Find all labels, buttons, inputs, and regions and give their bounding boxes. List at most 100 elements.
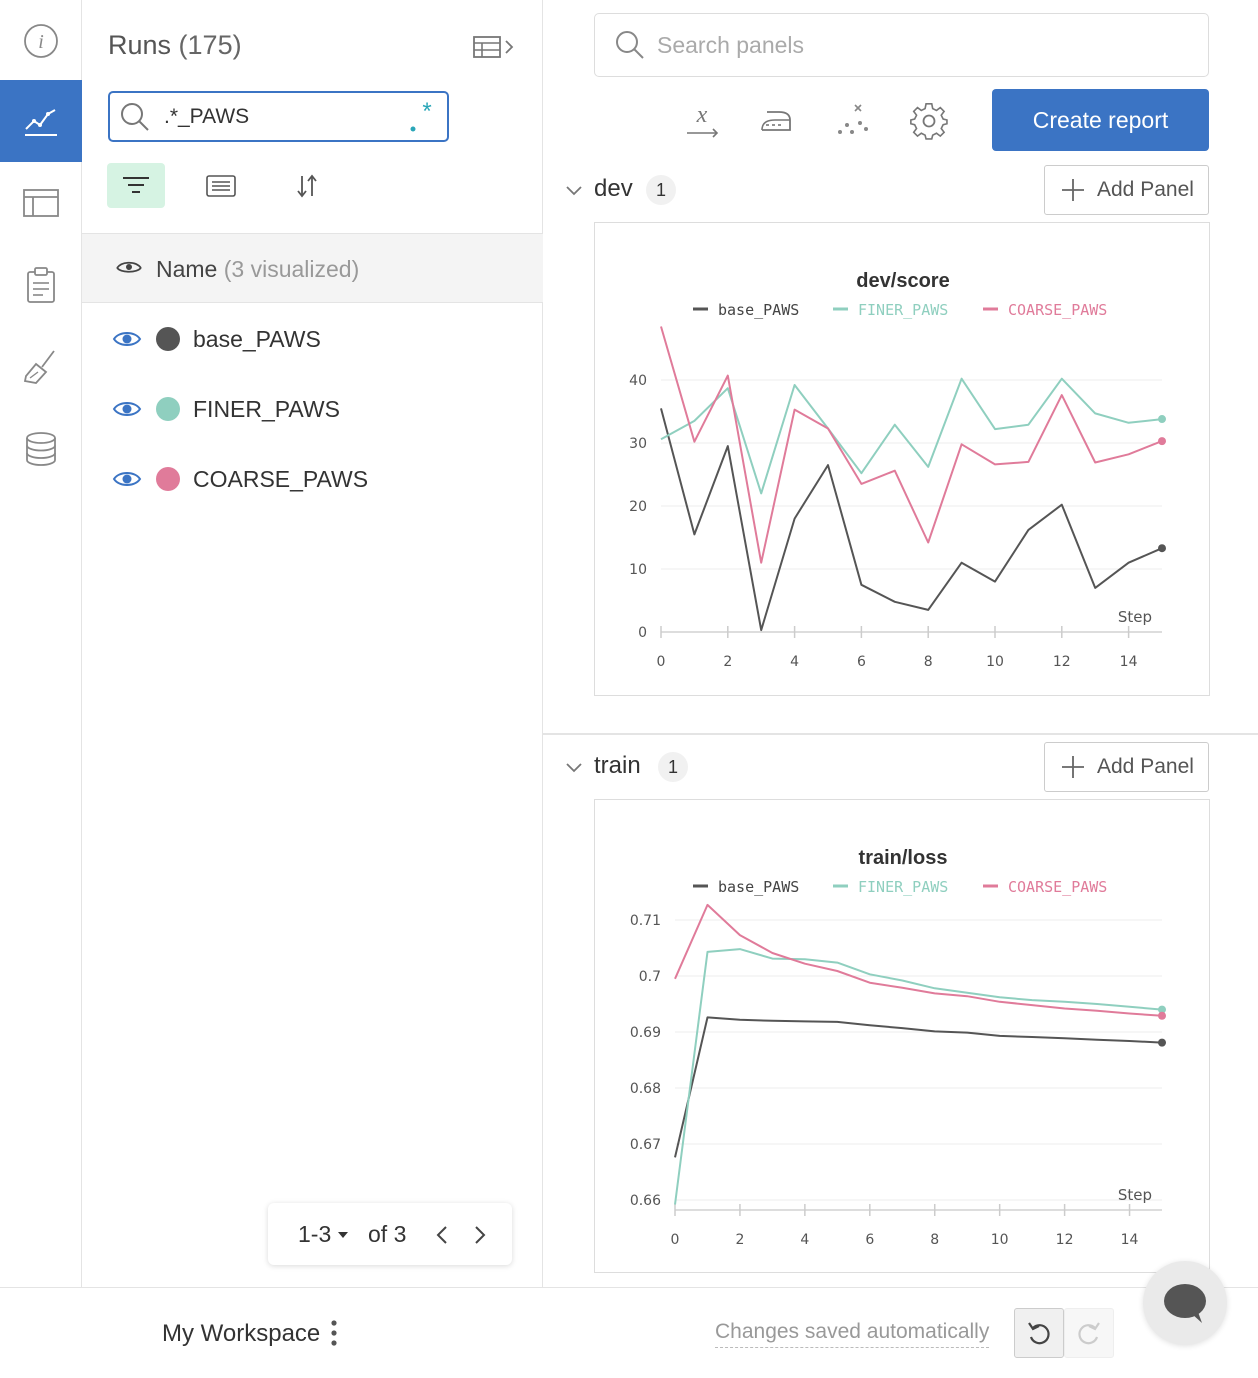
autosave-status: Changes saved automatically [715,1320,990,1348]
rail-item-charts[interactable] [0,80,82,162]
group-button[interactable] [192,163,250,208]
y-tick-label: 0.69 [630,1025,661,1041]
filter-icon [123,176,149,193]
name-column-label: Name [156,256,218,282]
sort-icon [297,174,317,197]
panels-area: x Create report dev 1 Add Panel dev/scor… [543,0,1258,1287]
eye-icon[interactable] [112,329,142,349]
workspace-footer: My Workspace Changes saved automatically [0,1287,1258,1378]
chevron-down-icon[interactable] [565,183,583,197]
eye-icon[interactable] [112,469,142,489]
runs-search-box[interactable]: * [108,91,449,142]
visibility-toggle-all-icon[interactable] [115,258,143,278]
gear-icon[interactable] [908,100,950,142]
eye-icon[interactable] [112,399,142,419]
section-panel-count: 1 [646,175,676,205]
run-row[interactable]: COARSE_PAWS [82,444,543,514]
run-name[interactable]: COARSE_PAWS [193,466,368,493]
caret-down-icon[interactable] [338,1232,348,1238]
runs-pager: 1-3 of 3 [268,1203,512,1265]
section-header-train[interactable]: train 1 Add Panel [563,742,1209,794]
expand-table-icon[interactable] [472,32,518,62]
broom-icon [23,350,55,384]
chart-title: train/loss [859,847,948,869]
x-tick-label: 4 [790,654,799,670]
y-tick-label: 20 [629,499,647,515]
page-total: of 3 [368,1221,407,1247]
rail-item-overview[interactable]: i [0,0,82,82]
panel-search-input[interactable] [657,30,1157,60]
search-icon [616,31,644,59]
run-color-dot[interactable] [156,467,180,491]
create-report-button[interactable]: Create report [992,89,1209,151]
run-color-dot[interactable] [156,397,180,421]
sort-button[interactable] [278,163,336,208]
runs-search-input[interactable] [164,103,394,131]
svg-text:*: * [422,99,431,125]
workspace-name[interactable]: My Workspace [162,1320,320,1348]
visualized-count: (3 visualized) [223,256,360,282]
y-tick-label: 30 [629,436,647,452]
series-line-FINER_PAWS [660,377,1163,495]
x-tick-label: 0 [657,654,666,670]
rail-item-sweeps[interactable] [0,326,82,408]
filter-button[interactable] [107,163,165,208]
regex-toggle-icon[interactable]: * [407,99,437,133]
chevron-left-icon[interactable] [430,1221,454,1249]
add-panel-button[interactable]: Add Panel [1044,742,1209,792]
x-tick-label: 8 [924,654,933,670]
y-tick-label: 10 [629,562,647,578]
run-name[interactable]: FINER_PAWS [193,396,340,423]
series-end-point [1158,544,1166,553]
smoothing-iron-icon[interactable] [755,100,797,142]
legend-entry: FINER_PAWS [858,301,948,319]
series-end-point [1158,415,1166,424]
rail-item-reports[interactable] [0,244,82,326]
x-tick-label: 12 [1056,1232,1074,1248]
runs-sidebar: Runs (175) * Name (3 visualized) base_PA… [82,0,543,1287]
chart-title: dev/score [856,270,949,292]
y-tick-label: 0.67 [630,1137,661,1153]
kebab-menu-icon[interactable] [326,1318,342,1348]
run-name[interactable]: base_PAWS [193,326,321,353]
run-row[interactable]: FINER_PAWS [82,374,543,444]
x-tick-label: 8 [930,1232,939,1248]
x-tick-label: 6 [865,1232,874,1248]
undo-icon [1028,1322,1050,1345]
chevron-right-icon[interactable] [468,1221,492,1249]
x-tick-label: 4 [800,1232,809,1248]
name-column-header[interactable]: Name (3 visualized) [156,256,359,283]
chart-panel-dev-score[interactable]: dev/score base_PAWS FINER_PAWS COARSE_PAWS 0… [594,222,1210,696]
section-divider [543,733,1258,735]
search-icon [121,103,149,131]
run-row[interactable]: base_PAWS [82,304,543,374]
series-end-point [1158,1011,1166,1020]
legend-entry: base_PAWS [718,301,799,319]
panel-search-box[interactable] [594,13,1209,77]
add-panel-button[interactable]: Add Panel [1044,165,1209,215]
x-axis-icon[interactable]: x [682,100,724,142]
redo-button[interactable] [1064,1308,1114,1358]
y-tick-label: 0.68 [630,1081,661,1097]
page-range-select[interactable]: 1-3 [298,1221,331,1248]
rail-item-table[interactable] [0,162,82,244]
add-panel-label: Add Panel [1097,755,1194,778]
y-tick-label: 0.71 [630,913,661,929]
plus-icon [1062,179,1084,201]
run-color-dot[interactable] [156,327,180,351]
chevron-down-icon[interactable] [565,760,583,774]
outlier-scatter-icon[interactable] [832,100,874,142]
section-title: train [594,752,641,779]
clipboard-icon [27,267,55,303]
legend-entry: COARSE_PAWS [1008,301,1107,319]
chart-panel-train-loss[interactable]: train/loss base_PAWS FINER_PAWS COARSE_PAWS… [594,799,1210,1273]
y-tick-label: 40 [629,373,647,389]
undo-button[interactable] [1014,1308,1064,1358]
support-chat-button[interactable] [1143,1261,1227,1345]
rail-item-artifacts[interactable] [0,408,82,490]
legend-entry: FINER_PAWS [858,878,948,896]
redo-icon [1078,1322,1100,1345]
left-icon-rail: i [0,0,82,1287]
section-header-dev[interactable]: dev 1 Add Panel [563,165,1209,217]
runs-table-header: Name (3 visualized) [82,233,543,303]
